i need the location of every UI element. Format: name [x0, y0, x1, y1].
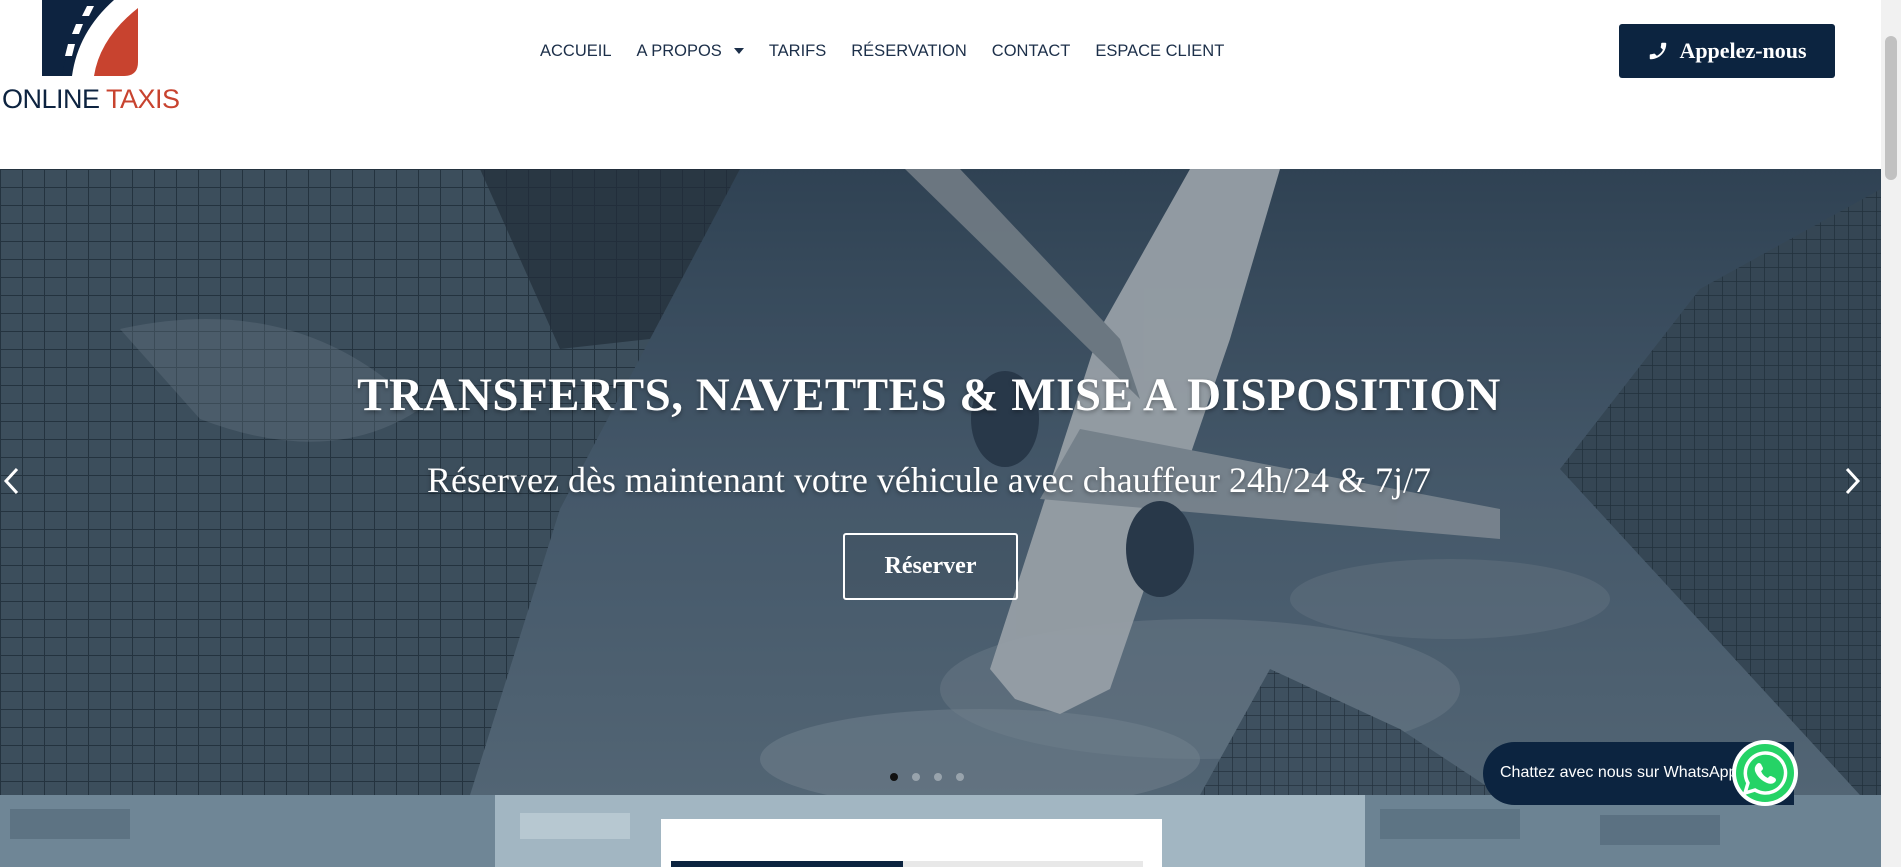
- hero-slider: TRANSFERTS, NAVETTES & MISE A DISPOSITIO…: [0, 169, 1881, 795]
- chevron-right-icon: [1845, 467, 1861, 495]
- slider-dot[interactable]: [934, 773, 942, 781]
- slider-prev-button[interactable]: [0, 461, 26, 501]
- logo[interactable]: ONLINE TAXIS: [0, 0, 190, 120]
- slider-dot[interactable]: [956, 773, 964, 781]
- reserve-button[interactable]: Réserver: [843, 533, 1018, 600]
- nav-item-tarifs[interactable]: TARIFS: [769, 42, 826, 61]
- nav-item-espace-client[interactable]: ESPACE CLIENT: [1095, 42, 1224, 61]
- whatsapp-icon: [1731, 740, 1798, 806]
- logo-word-online: ONLINE: [2, 84, 100, 114]
- nav-item-contact[interactable]: CONTACT: [992, 42, 1071, 61]
- road-logo-icon: [42, 0, 138, 76]
- nav-item-accueil[interactable]: ACCUEIL: [540, 42, 612, 61]
- main-nav: ACCUEIL A PROPOS TARIFS RÉSERVATION CONT…: [540, 38, 1224, 64]
- chevron-down-icon: [733, 48, 744, 54]
- slider-next-button[interactable]: [1838, 461, 1868, 501]
- call-button[interactable]: Appelez-nous: [1619, 24, 1835, 78]
- nav-item-reservation[interactable]: RÉSERVATION: [851, 42, 967, 61]
- hero-title: TRANSFERTS, NAVETTES & MISE A DISPOSITIO…: [357, 369, 1501, 421]
- logo-word-taxis: TAXIS: [106, 84, 180, 114]
- whatsapp-chat-widget[interactable]: Chattez avec nous sur WhatsApp!: [1483, 740, 1798, 806]
- nav-item-a-propos[interactable]: A PROPOS: [637, 42, 744, 61]
- scrollbar-thumb[interactable]: [1885, 36, 1897, 180]
- call-button-label: Appelez-nous: [1679, 38, 1807, 63]
- booking-card: [661, 819, 1162, 867]
- page-scrollbar[interactable]: [1881, 0, 1901, 867]
- logo-wordmark: ONLINE TAXIS: [2, 84, 180, 115]
- booking-tab-active[interactable]: [671, 861, 903, 867]
- slider-dot[interactable]: [912, 773, 920, 781]
- nav-item-a-propos-label: A PROPOS: [636, 41, 722, 60]
- phone-icon: [1650, 42, 1667, 60]
- chevron-left-icon: [3, 467, 19, 495]
- site-header: ONLINE TAXIS ACCUEIL A PROPOS TARIFS RÉS…: [0, 0, 1881, 169]
- slider-dot[interactable]: [890, 773, 898, 781]
- booking-tab[interactable]: [903, 861, 1143, 867]
- hero-subtitle: Réservez dès maintenant votre véhicule a…: [427, 460, 1431, 500]
- slider-dots: [890, 773, 964, 781]
